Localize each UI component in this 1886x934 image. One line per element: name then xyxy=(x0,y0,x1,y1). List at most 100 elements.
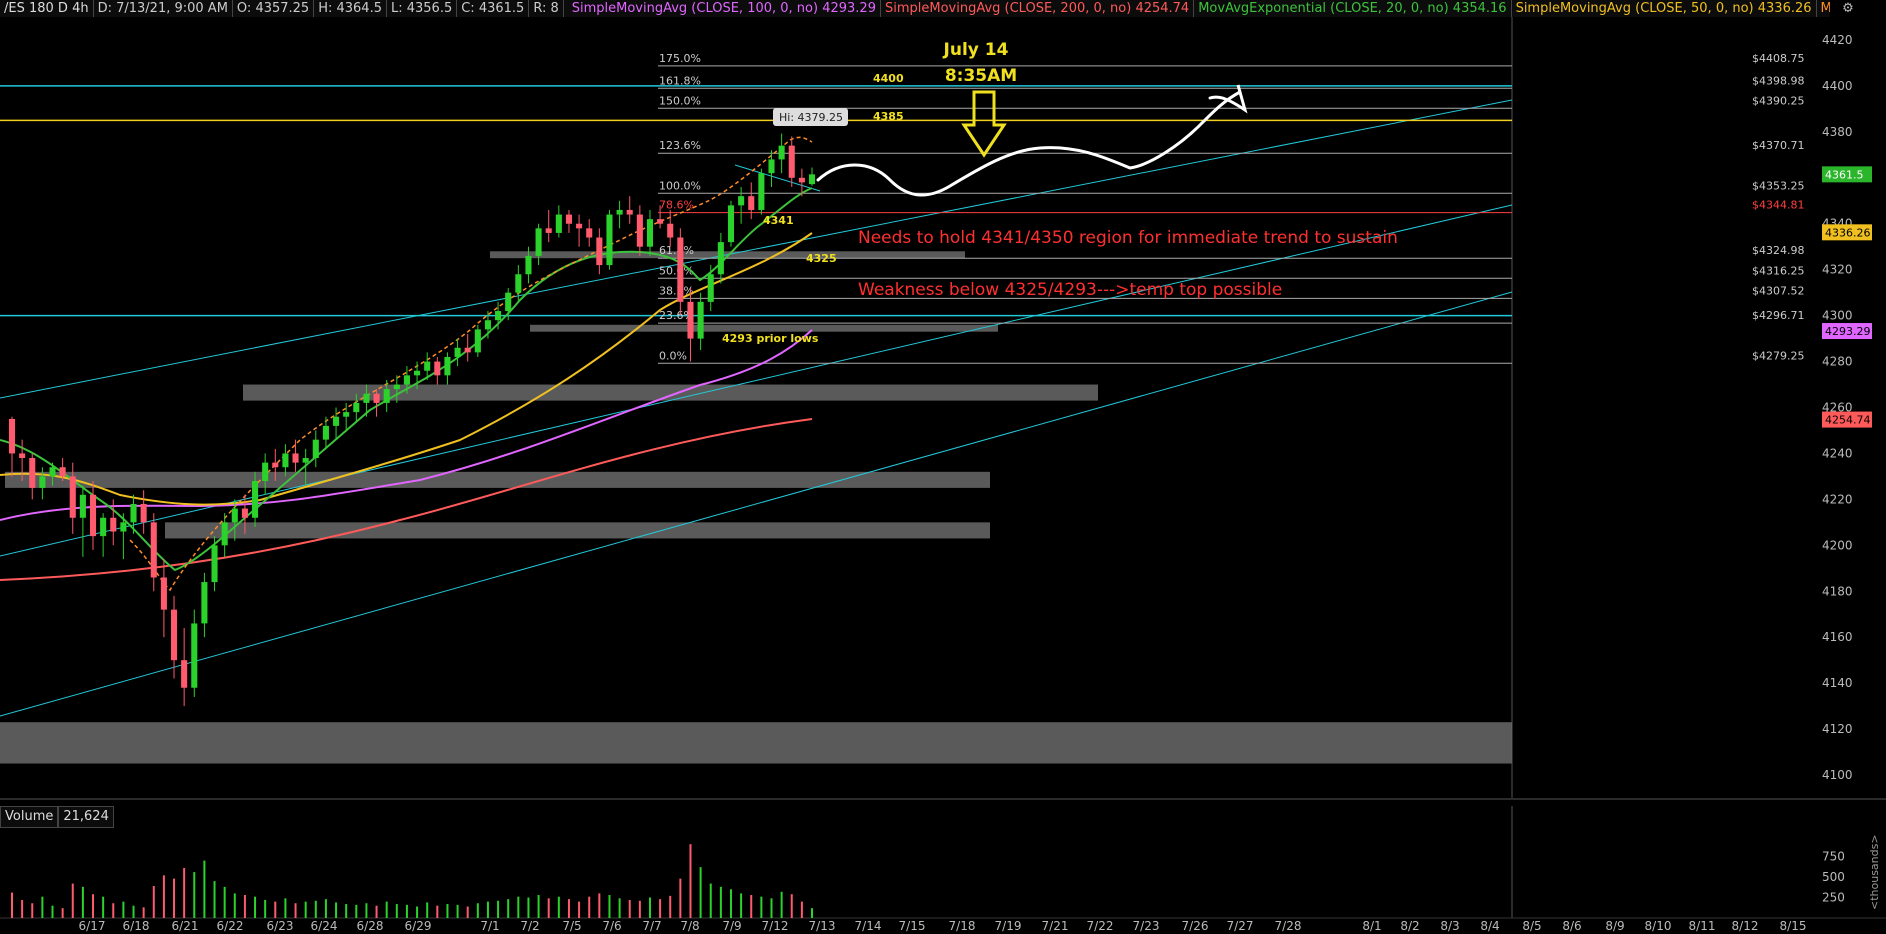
candle-body xyxy=(170,609,178,661)
candle-body xyxy=(150,522,157,578)
price-candles xyxy=(8,133,816,707)
volume-bar xyxy=(608,895,611,918)
candle-body xyxy=(191,623,198,688)
volume-bar xyxy=(405,904,408,918)
candle-body xyxy=(505,292,512,312)
volume-bar xyxy=(193,872,196,918)
price-tick-label: 4160 xyxy=(1822,630,1853,644)
volume-bar xyxy=(284,898,287,918)
candle-body xyxy=(525,255,532,275)
time-tick-label: 7/28 xyxy=(1275,919,1302,933)
study-label-3[interactable]: SimpleMovingAvg (CLOSE, 50, 0, no) 4336.… xyxy=(1512,0,1817,17)
time-tick-label: 7/27 xyxy=(1227,919,1254,933)
fib-price-label: $4398.98 xyxy=(1752,74,1805,87)
volume-bar xyxy=(203,860,206,918)
study-label-1[interactable]: SimpleMovingAvg (CLOSE, 200, 0, no) 4254… xyxy=(881,0,1195,17)
candle-body xyxy=(272,462,279,468)
date-readout: D: 7/13/21, 9:00 AM xyxy=(94,0,233,17)
volume-bar xyxy=(11,892,13,918)
time-tick-label: 6/21 xyxy=(172,919,199,933)
volume-bar xyxy=(476,903,479,918)
price-tick-label: 4420 xyxy=(1822,33,1853,47)
volume-bar xyxy=(740,893,743,918)
candle-body xyxy=(474,329,481,353)
volume-bar xyxy=(456,904,459,918)
volume-bar xyxy=(497,900,500,918)
price-tick-label: 4280 xyxy=(1822,355,1853,369)
candle-body xyxy=(110,517,117,532)
volume-tick-label: 750 xyxy=(1822,850,1845,864)
time-tick-label: 8/6 xyxy=(1562,919,1581,933)
support-zone xyxy=(0,722,1512,764)
volume-bar xyxy=(729,889,732,918)
price-tick-label: 4400 xyxy=(1822,79,1853,93)
candle-body xyxy=(667,223,674,238)
label-4341: 4341 xyxy=(763,214,794,227)
volume-bar xyxy=(770,898,773,918)
volume-bar xyxy=(699,867,702,918)
volume-bar xyxy=(557,896,560,918)
time-tick-label: 6/23 xyxy=(267,919,294,933)
candle-body xyxy=(616,209,623,215)
price-chart[interactable]: 175.0% $4408.75 161.8% $4398.98 150.0% $4390.… xyxy=(0,0,1886,934)
candle-body xyxy=(636,214,643,247)
volume-bar xyxy=(385,901,388,918)
price-tick-label: 4180 xyxy=(1822,584,1853,598)
volume-bar xyxy=(750,895,753,918)
fib-percent-label: 150.0% xyxy=(659,94,701,107)
price-tick-label: 4100 xyxy=(1822,768,1853,782)
volume-bar xyxy=(547,898,550,918)
study-value-3: 4336.26 xyxy=(1757,1,1812,16)
candle-body xyxy=(312,439,319,459)
candle-body xyxy=(39,476,46,488)
volume-bar xyxy=(173,878,176,918)
candle-body xyxy=(697,301,704,339)
price-tick-label: 4200 xyxy=(1822,538,1853,552)
candle-body xyxy=(252,481,259,518)
time-tick-label: 7/14 xyxy=(855,919,882,933)
volume-tick-label: 250 xyxy=(1822,891,1845,905)
settings-icon[interactable]: ⚙ xyxy=(1836,0,1860,17)
volume-bar xyxy=(122,901,125,918)
projection-path xyxy=(816,84,1248,197)
candle-body xyxy=(403,375,410,385)
candle-body xyxy=(606,214,613,266)
time-axis: 6/17 6/18 6/21 6/22 6/23 6/24 6/28 6/29 7/1 7/2 7/… xyxy=(79,919,1807,933)
volume-bar xyxy=(588,896,591,918)
fib-price-label: $4344.81 xyxy=(1752,199,1805,212)
candle-body xyxy=(748,196,755,210)
trend-channel-lines xyxy=(0,99,1513,717)
candle-body xyxy=(434,361,441,376)
volume-bar xyxy=(537,895,540,918)
candle-body xyxy=(808,174,816,185)
hi-label: Hi: 4379.25 xyxy=(779,111,843,124)
volume-bar xyxy=(254,896,257,918)
symbol-label[interactable]: /ES 180 D 4h xyxy=(0,0,94,17)
volume-bar xyxy=(21,899,24,918)
volume-bar xyxy=(31,903,34,918)
candle-body xyxy=(717,242,724,275)
candle-body xyxy=(515,274,522,293)
volume-bar xyxy=(41,896,44,918)
study-label-2[interactable]: MovAvgExponential (CLOSE, 20, 0, no) 435… xyxy=(1194,0,1512,17)
volume-bar xyxy=(355,904,358,918)
projection-line xyxy=(816,84,1248,197)
volume-bar xyxy=(567,899,570,918)
candle-body xyxy=(555,214,562,233)
study-label-4[interactable]: MovAvgExponential (CLOSE, 8,... xyxy=(1817,0,1830,17)
volume-axis: 750 500 250 xyxy=(1822,850,1845,905)
study-label-0[interactable]: SimpleMovingAvg (CLOSE, 100, 0, no) 4293… xyxy=(568,0,881,17)
time-tick-label: 7/6 xyxy=(602,919,621,933)
candle-body xyxy=(798,177,805,183)
price-tag-label: 4361.5 xyxy=(1825,168,1864,181)
volume-bar xyxy=(304,901,307,918)
volume-bar xyxy=(294,903,297,918)
candle-body xyxy=(120,522,127,532)
time-tick-label: 8/4 xyxy=(1480,919,1499,933)
candle-body xyxy=(211,545,218,583)
price-tag-label: 4293.29 xyxy=(1825,325,1871,338)
down-arrow-icon xyxy=(961,90,1007,158)
close-readout: C: 4361.5 xyxy=(457,0,530,17)
candle-body xyxy=(586,228,593,238)
volume-bar xyxy=(416,906,419,918)
